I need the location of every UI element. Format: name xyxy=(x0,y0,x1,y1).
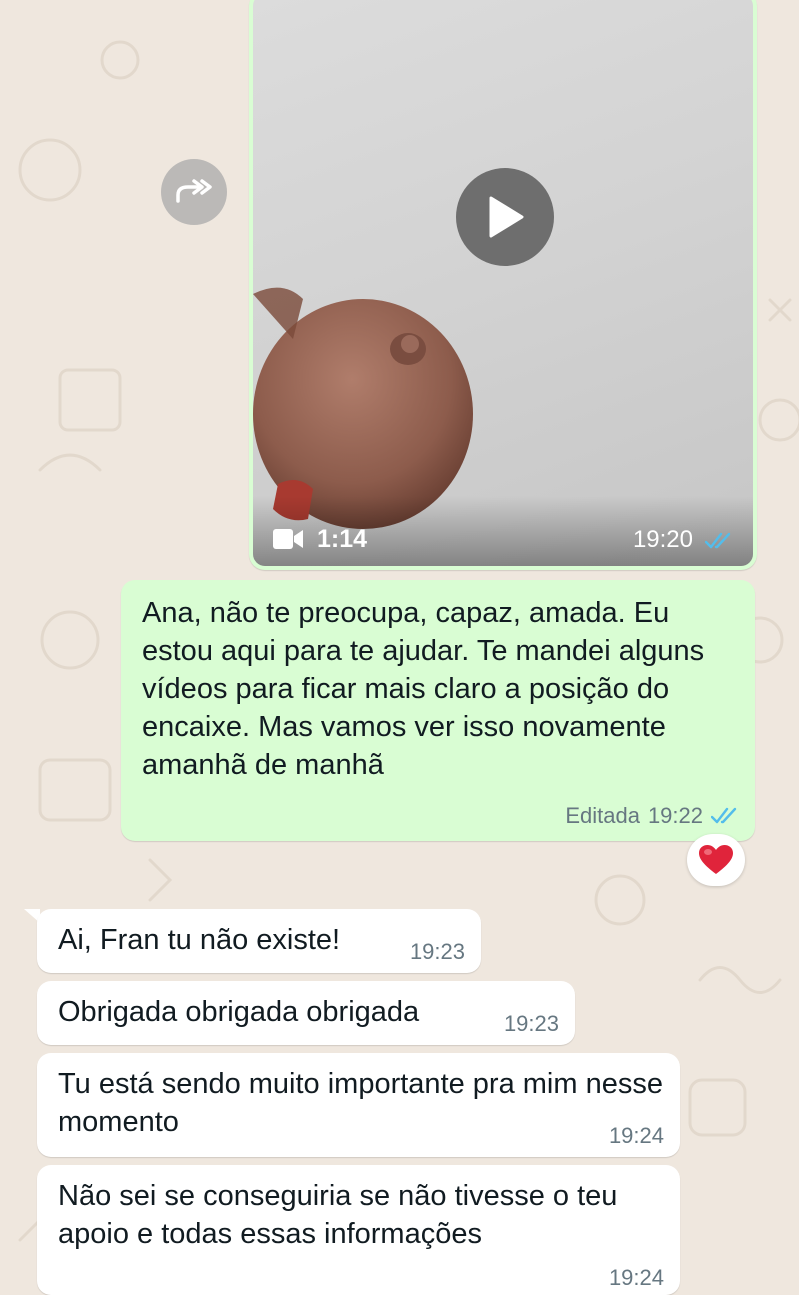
play-button[interactable] xyxy=(456,168,554,266)
video-thumbnail[interactable]: 1:14 19:20 xyxy=(253,0,753,566)
double-check-icon xyxy=(705,532,731,549)
outgoing-message[interactable]: Ana, não te preocupa, capaz, amada. Eu e… xyxy=(121,580,755,841)
message-time: 19:23 xyxy=(409,939,465,964)
message-text: Tu está sendo muito importante pra mim n… xyxy=(58,1068,663,1138)
message-time: 19:20 xyxy=(632,526,693,553)
message-time: 19:24 xyxy=(608,1123,664,1148)
video-camera-icon xyxy=(273,529,303,549)
double-check-icon xyxy=(711,807,737,824)
forward-button[interactable] xyxy=(161,159,227,225)
video-info-bar: 1:14 19:20 xyxy=(253,496,753,566)
message-text: Obrigada obrigada obrigada xyxy=(58,996,420,1028)
edited-label: Editada xyxy=(565,803,640,828)
incoming-message[interactable]: Ai, Fran tu não existe! 19:23 xyxy=(37,909,481,973)
heart-icon xyxy=(699,845,733,874)
incoming-message[interactable]: Tu está sendo muito importante pra mim n… xyxy=(37,1053,680,1157)
message-text: Ana, não te preocupa, capaz, amada. Eu e… xyxy=(142,597,705,781)
message-time: 19:22 xyxy=(647,803,703,828)
incoming-message[interactable]: Obrigada obrigada obrigada 19:23 xyxy=(37,981,575,1045)
incoming-message[interactable]: Não sei se conseguiria se não tivesse o … xyxy=(37,1165,680,1295)
message-text: Não sei se conseguiria se não tivesse o … xyxy=(58,1180,618,1250)
message-time: 19:23 xyxy=(503,1011,559,1036)
video-message[interactable]: 1:14 19:20 xyxy=(249,0,757,570)
play-icon xyxy=(489,196,524,238)
message-time: 19:24 xyxy=(608,1265,664,1290)
video-thumbnail-image xyxy=(253,287,473,529)
message-text: Ai, Fran tu não existe! xyxy=(58,924,341,956)
message-reaction[interactable] xyxy=(687,834,745,886)
forward-icon xyxy=(176,179,212,203)
video-duration: 1:14 xyxy=(317,525,368,553)
